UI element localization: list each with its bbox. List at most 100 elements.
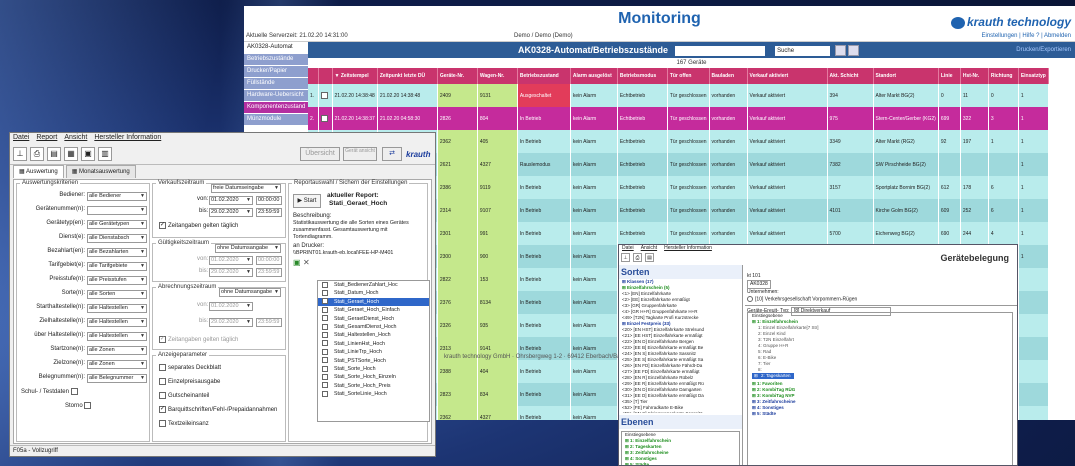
search-input[interactable]: Suche [775,45,831,56]
anzeige-checkbox[interactable] [159,392,166,399]
report-checkbox[interactable] [322,306,328,313]
report-list-item[interactable]: Stati_Datum_Hoch [318,289,429,297]
criteria-select[interactable]: alle Dienstabsch [87,234,147,243]
report-list-item[interactable]: Stati_BedienerZahlart_Hoc [318,281,429,289]
anzeige-checkbox[interactable] [159,420,166,427]
delete-icon[interactable]: ✕ [303,258,310,267]
abrech-bis-time[interactable]: 23:59:59 [256,318,282,327]
abrech-von-date[interactable]: 01.02.2020 [209,302,253,311]
sidebar-item[interactable]: Hardware-Uebersicht [244,90,308,101]
criteria-select[interactable]: alle Gerätetypen [87,220,147,229]
chart-icon[interactable]: ▥ [98,147,112,161]
criteria-select[interactable]: alle Haltestellen [87,318,147,327]
verkauf-bis-time[interactable]: 23:59:59 [256,208,282,217]
column-header[interactable]: Wagen-Nr. [477,68,518,84]
abrech-bis-date[interactable]: 29.02.2020 [209,318,253,327]
report-list-item[interactable]: Stati_GesamtDienst_Hoch [318,323,429,331]
report-checkbox[interactable] [322,340,328,347]
report-list-item[interactable]: Stati_PSTSorte_Hoch [318,357,429,365]
column-header[interactable]: Hst-Nr. [960,68,989,84]
tree-node[interactable]: <55> [KN S] Kleingruppenkarte Sassnitz [622,411,742,413]
menu-item[interactable]: Ansicht [641,245,657,251]
refresh-icon[interactable] [847,45,859,57]
tab-auswertung[interactable]: ▦ Auswertung [13,165,64,178]
abrech-taeglich-checkbox[interactable]: ✓ [159,336,166,343]
overview-button[interactable]: Übersicht [300,147,340,161]
report-checkbox[interactable] [322,390,328,397]
criteria-select[interactable]: alle Sorten [87,290,147,299]
tab-monatsauswertung[interactable]: ▦ Monatsauswertung [65,165,136,178]
report-list-item[interactable]: Stati_Geraet_Hoch_Einfach [318,306,429,314]
tree-node[interactable]: ⊞ 5: Städte [752,411,1012,417]
column-header[interactable]: Alarm ausgelöst [570,68,618,84]
criteria-select[interactable]: alle Haltestellen [87,332,147,341]
report-checkbox[interactable] [322,373,328,380]
save-icon[interactable]: ▣ [81,147,95,161]
abrech-mode-select[interactable]: ohne Datumsangabe [219,288,281,297]
verkauf-bis-date[interactable]: 29.02.2020 [209,208,253,217]
column-header[interactable] [308,68,319,84]
report-list-item[interactable]: Stati_GeraetDienst_Hoch [318,315,429,323]
report-checkbox[interactable] [322,323,328,330]
sidebar-item[interactable]: Münzmodule [244,114,308,125]
report-checkbox[interactable] [322,357,328,364]
unternehmen-radio[interactable] [747,296,753,302]
column-header[interactable]: Standort [873,68,939,84]
header-links[interactable]: Einstellungen | Hilfe ? | Abmelden [981,33,1071,39]
print-icon[interactable]: ⎙ [30,147,44,161]
tree-icon[interactable]: ⊥ [13,147,27,161]
testdaten-checkbox[interactable] [70,388,78,395]
report-list-item[interactable]: Stati_SorteLinie_Hoch [318,390,429,398]
column-header[interactable]: Verkauf aktiviert [747,68,828,84]
column-header[interactable]: Betriebszustand [517,68,571,84]
column-header[interactable]: Betriebsmodus [617,68,668,84]
report-list-item[interactable]: Stati_LinienHst_Hoch [318,340,429,348]
gueltig-bis-time[interactable]: 23:59:59 [256,268,282,277]
tree-node[interactable]: ⊞ 5: Städte [625,462,739,465]
preview-icon[interactable]: ▤ [47,147,61,161]
column-header[interactable]: Bauladen [709,68,748,84]
anzeige-checkbox[interactable] [159,364,166,371]
column-header[interactable]: Richtung [988,68,1019,84]
row-checkbox[interactable] [320,115,328,122]
anzeige-checkbox[interactable]: ✓ [159,406,166,413]
sidebar-item[interactable]: Füllstände [244,78,308,89]
column-header[interactable] [318,68,333,84]
gueltig-mode-select[interactable]: ohne Datumsangabe [215,244,281,253]
menu-item[interactable]: Datei [622,245,634,251]
report-list-item[interactable]: Stati_Haltestellen_Hoch [318,331,429,339]
report-list-item[interactable]: Stati_Sorte_Hoch_Preis [318,382,429,390]
sidebar-item[interactable]: Drucker/Papier [244,66,308,77]
sidebar-item[interactable]: Komponentenzustand [244,102,308,113]
print-link[interactable]: Drucken/Exportieren [1016,42,1071,58]
sidebar-item[interactable]: AK0328-Automat [244,42,308,53]
report-checkbox[interactable] [322,281,328,288]
menu-item[interactable]: Hersteller Information [664,245,712,251]
column-header[interactable]: Linie [938,68,961,84]
report-checkbox[interactable] [322,331,328,338]
save-settings-icon[interactable]: ▣ [293,258,301,267]
tree-icon[interactable]: ⊥ [621,253,630,262]
status-select[interactable] [674,45,765,56]
verkauf-taeglich-checkbox[interactable]: ✓ [159,222,166,229]
device-view-button[interactable]: Gerät ansicht [343,147,377,161]
gueltig-von-time[interactable]: 00:00:00 [256,256,282,265]
column-header[interactable]: ▼ Zeitstempel [332,68,378,84]
report-list-item[interactable]: Stati_Geraet_Hoch [318,297,429,307]
report-checkbox[interactable] [322,298,328,305]
verkauf-von-date[interactable]: 01.02.2020 [209,196,253,205]
column-header[interactable]: Tür offen [667,68,710,84]
gueltig-bis-date[interactable]: 29.02.2020 [209,268,253,277]
view-icon[interactable]: ▤ [645,253,654,262]
report-list-item[interactable]: Stati_Sorte_Hoch [318,365,429,373]
report-list-item[interactable]: Stati_LinieTrp_Hoch [318,348,429,356]
column-header[interactable]: Zeitpunkt letzte DÜ [377,68,438,84]
report-checkbox[interactable] [322,348,328,355]
start-button[interactable]: ▶ Start [293,194,321,208]
column-header[interactable]: Geräte-Nr. [437,68,478,84]
column-header[interactable]: Akt. Schicht [827,68,874,84]
menu-item[interactable]: Report [36,134,57,141]
criteria-select[interactable]: alle Zonen [87,360,147,369]
row-checkbox[interactable] [320,92,328,99]
verkauf-von-time[interactable]: 00:00:00 [256,196,282,205]
